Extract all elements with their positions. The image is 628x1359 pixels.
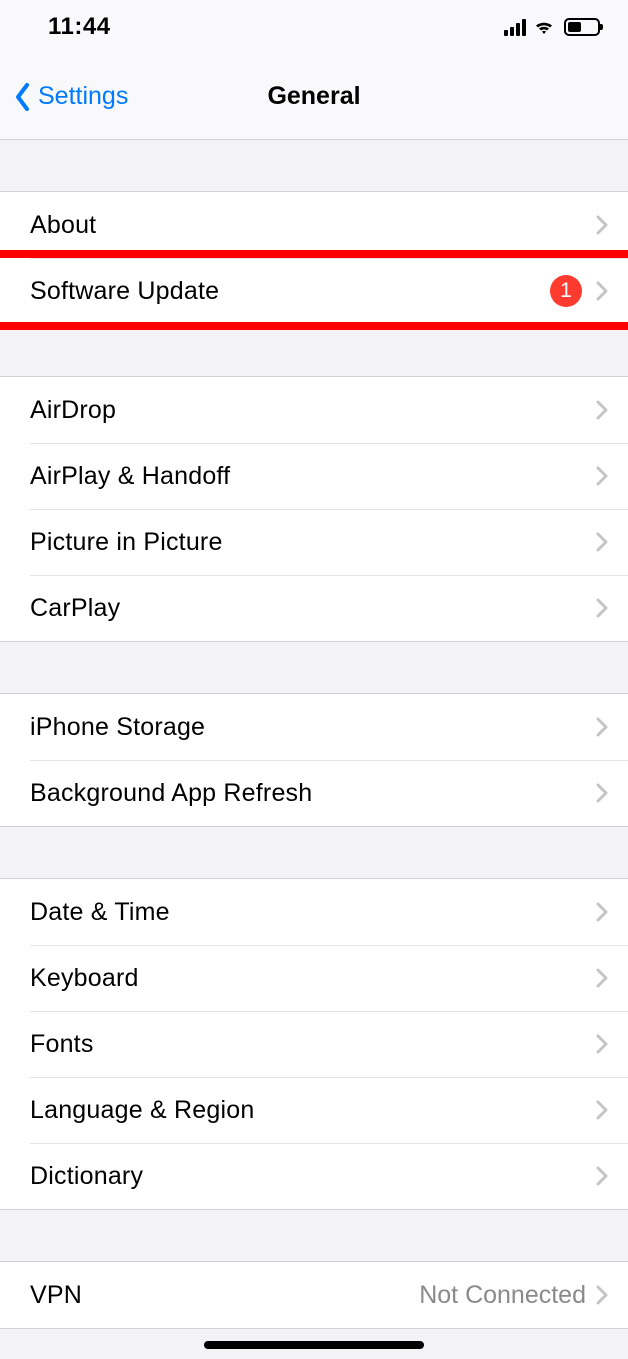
row-label: AirPlay & Handoff	[30, 462, 596, 491]
back-label: Settings	[38, 82, 128, 111]
row-value: Not Connected	[419, 1281, 586, 1310]
chevron-right-icon	[596, 1285, 608, 1305]
chevron-right-icon	[596, 902, 608, 922]
chevron-left-icon	[14, 82, 32, 112]
settings-group: AirDrop AirPlay & Handoff Picture in Pictu…	[0, 376, 628, 642]
status-bar: 11:44	[0, 0, 628, 54]
row-date-time[interactable]: Date & Time	[0, 879, 628, 945]
row-background-app-refresh[interactable]: Background App Refresh	[0, 760, 628, 826]
section-gap	[0, 1210, 628, 1261]
settings-group: iPhone Storage Background App Refresh	[0, 693, 628, 827]
row-fonts[interactable]: Fonts	[0, 1011, 628, 1077]
navigation-bar: Settings General	[0, 54, 628, 140]
row-label: Picture in Picture	[30, 528, 596, 557]
status-time: 11:44	[48, 13, 111, 41]
row-label: CarPlay	[30, 594, 596, 623]
section-gap	[0, 827, 628, 878]
chevron-right-icon	[596, 466, 608, 486]
row-label: Date & Time	[30, 898, 596, 927]
chevron-right-icon	[596, 281, 608, 301]
notification-badge: 1	[550, 275, 582, 307]
row-label: Dictionary	[30, 1162, 596, 1191]
row-language-region[interactable]: Language & Region	[0, 1077, 628, 1143]
section-gap	[0, 642, 628, 693]
settings-group: VPNNot Connected	[0, 1261, 628, 1329]
row-carplay[interactable]: CarPlay	[0, 575, 628, 641]
chevron-right-icon	[596, 598, 608, 618]
row-label: Fonts	[30, 1030, 596, 1059]
chevron-right-icon	[596, 532, 608, 552]
row-label: Keyboard	[30, 964, 596, 993]
row-airdrop[interactable]: AirDrop	[0, 377, 628, 443]
row-picture-in-picture[interactable]: Picture in Picture	[0, 509, 628, 575]
chevron-right-icon	[596, 400, 608, 420]
settings-group: About Software Update1	[0, 191, 628, 325]
row-label: Software Update	[30, 277, 550, 306]
row-software-update[interactable]: Software Update1	[0, 258, 628, 324]
row-iphone-storage[interactable]: iPhone Storage	[0, 694, 628, 760]
back-button[interactable]: Settings	[0, 82, 128, 112]
row-label: Background App Refresh	[30, 779, 596, 808]
chevron-right-icon	[596, 215, 608, 235]
battery-icon	[564, 18, 600, 36]
home-indicator[interactable]	[204, 1341, 424, 1349]
chevron-right-icon	[596, 1034, 608, 1054]
status-icons	[504, 18, 600, 36]
wifi-icon	[532, 18, 556, 36]
row-label: VPN	[30, 1281, 419, 1310]
section-gap	[0, 140, 628, 191]
row-label: About	[30, 211, 596, 240]
chevron-right-icon	[596, 717, 608, 737]
row-label: iPhone Storage	[30, 713, 596, 742]
row-about[interactable]: About	[0, 192, 628, 258]
row-dictionary[interactable]: Dictionary	[0, 1143, 628, 1209]
chevron-right-icon	[596, 1166, 608, 1186]
row-label: Language & Region	[30, 1096, 596, 1125]
chevron-right-icon	[596, 783, 608, 803]
cellular-signal-icon	[504, 19, 526, 36]
row-vpn[interactable]: VPNNot Connected	[0, 1262, 628, 1328]
row-label: AirDrop	[30, 396, 596, 425]
row-airplay-handoff[interactable]: AirPlay & Handoff	[0, 443, 628, 509]
chevron-right-icon	[596, 968, 608, 988]
chevron-right-icon	[596, 1100, 608, 1120]
settings-group: Date & Time Keyboard Fonts Language & Regio…	[0, 878, 628, 1210]
row-keyboard[interactable]: Keyboard	[0, 945, 628, 1011]
section-gap	[0, 325, 628, 376]
